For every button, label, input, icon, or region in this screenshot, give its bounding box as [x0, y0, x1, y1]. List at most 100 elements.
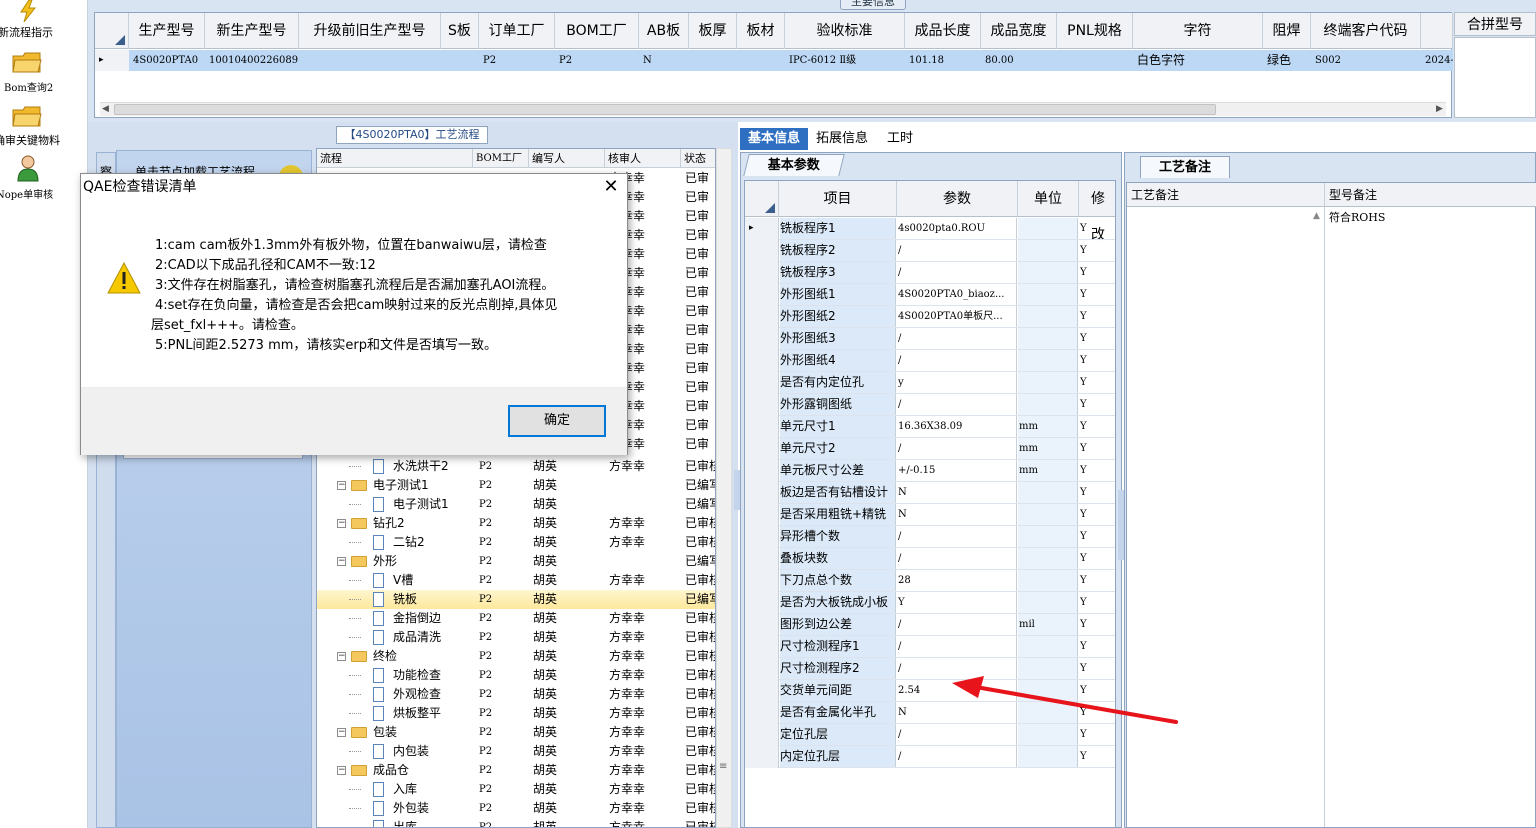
- param-modify[interactable]: Y: [1079, 614, 1115, 635]
- param-unit[interactable]: [1018, 262, 1078, 283]
- param-unit[interactable]: [1018, 372, 1078, 393]
- collapse-toggle-icon[interactable]: −: [337, 519, 346, 528]
- param-value[interactable]: /: [897, 746, 1017, 767]
- param-value[interactable]: /: [897, 262, 1017, 283]
- tree-row[interactable]: 出库 P2 胡英 方幸幸 已审核: [317, 818, 715, 827]
- row-selector[interactable]: [745, 680, 779, 702]
- user-icon[interactable]: [16, 154, 40, 182]
- param-row[interactable]: 是否为大板铣成小板 Y Y: [745, 592, 1115, 614]
- tree-row[interactable]: − 终检 P2 胡英 方幸幸 已审核: [317, 647, 715, 666]
- param-modify[interactable]: Y: [1079, 438, 1115, 459]
- column-header[interactable]: S板: [441, 13, 479, 49]
- row-selector[interactable]: [745, 306, 779, 328]
- scroll-left-icon[interactable]: ◀: [102, 104, 109, 114]
- param-value[interactable]: 28: [897, 570, 1017, 591]
- tree-row[interactable]: 入库 P2 胡英 方幸幸 已审核: [317, 780, 715, 799]
- param-row[interactable]: 是否采用粗铣+精铣 N Y: [745, 504, 1115, 526]
- launcher-item-label[interactable]: Nope单审核: [0, 186, 84, 201]
- param-modify[interactable]: Y: [1079, 482, 1115, 503]
- table-cell[interactable]: [689, 50, 737, 71]
- param-row[interactable]: 铣板程序3/ Y: [745, 262, 1115, 284]
- column-header[interactable]: 板材: [737, 13, 785, 49]
- param-row[interactable]: ▸ 铣板程序1 4s0020pta0.ROU Y: [745, 218, 1115, 240]
- tree-row[interactable]: − 钻孔2 P2 胡英 方幸幸 已审核: [317, 514, 715, 533]
- param-row[interactable]: 图形到边公差 / mil Y: [745, 614, 1115, 636]
- column-header[interactable]: 终端客户代码: [1311, 13, 1421, 49]
- scroll-up-icon[interactable]: ▲: [1313, 211, 1320, 221]
- ok-button[interactable]: 确定: [508, 405, 606, 437]
- row-selector[interactable]: [745, 548, 779, 570]
- row-selector[interactable]: [745, 350, 779, 372]
- column-header[interactable]: 修改: [1079, 181, 1115, 243]
- table-cell[interactable]: 101.18: [905, 50, 981, 71]
- param-value[interactable]: /: [897, 438, 1017, 459]
- param-row[interactable]: 外形图纸1 4S0020PTA0_biaoz... Y: [745, 284, 1115, 306]
- param-unit[interactable]: [1018, 570, 1078, 591]
- column-header[interactable]: PNL规格: [1057, 13, 1133, 49]
- tree-row[interactable]: V槽 P2 胡英 方幸幸 已审核: [317, 571, 715, 590]
- table-cell[interactable]: IPC-6012 Ⅱ级: [785, 50, 905, 71]
- param-unit[interactable]: mm: [1018, 438, 1078, 459]
- param-modify[interactable]: Y: [1079, 262, 1115, 283]
- collapse-toggle-icon[interactable]: −: [337, 481, 346, 490]
- param-row[interactable]: 下刀点总个数 28 Y: [745, 570, 1115, 592]
- row-selector[interactable]: [745, 372, 779, 394]
- column-header[interactable]: 项目: [779, 181, 897, 217]
- row-selector[interactable]: [745, 570, 779, 592]
- column-header[interactable]: BOM工厂: [473, 149, 529, 168]
- param-unit[interactable]: mil: [1018, 614, 1078, 635]
- param-modify[interactable]: Y: [1079, 218, 1115, 239]
- row-selector[interactable]: [745, 504, 779, 526]
- column-header[interactable]: BOM工厂: [555, 13, 639, 49]
- param-modify[interactable]: Y: [1079, 372, 1115, 393]
- close-icon[interactable]: ✕: [597, 176, 625, 200]
- column-header[interactable]: 编写人: [529, 149, 605, 168]
- tab-basic-info[interactable]: 基本信息: [740, 128, 808, 150]
- param-unit[interactable]: [1018, 548, 1078, 569]
- table-cell[interactable]: 80.00: [981, 50, 1057, 71]
- param-modify[interactable]: Y: [1079, 416, 1115, 437]
- param-row[interactable]: 异形槽个数 / Y: [745, 526, 1115, 548]
- row-selector[interactable]: [745, 658, 779, 680]
- param-modify[interactable]: Y: [1079, 636, 1115, 657]
- param-unit[interactable]: [1018, 592, 1078, 613]
- table-cell[interactable]: 2024-0: [1421, 50, 1453, 71]
- param-row[interactable]: 外形图纸2 4S0020PTA0单板尺... Y: [745, 306, 1115, 328]
- row-selector[interactable]: [745, 724, 779, 746]
- param-unit[interactable]: mm: [1018, 416, 1078, 437]
- param-value[interactable]: /: [897, 526, 1017, 547]
- param-modify[interactable]: Y: [1079, 592, 1115, 613]
- column-header[interactable]: 单位: [1018, 181, 1079, 217]
- row-selector[interactable]: [745, 614, 779, 636]
- param-modify[interactable]: Y: [1079, 306, 1115, 327]
- tree-row[interactable]: 铣板 P2 胡英 已编写: [317, 590, 715, 609]
- tree-row[interactable]: 金指倒边 P2 胡英 方幸幸 已审核: [317, 609, 715, 628]
- row-selector[interactable]: [745, 592, 779, 614]
- table-cell[interactable]: N: [639, 50, 689, 71]
- table-cell[interactable]: [299, 50, 441, 71]
- column-header[interactable]: 升级前旧生产型号: [299, 13, 441, 49]
- table-cell[interactable]: [441, 50, 479, 71]
- table-cell[interactable]: 绿色: [1263, 50, 1311, 71]
- tree-row[interactable]: − 包装 P2 胡英 方幸幸 已审核: [317, 723, 715, 742]
- param-row[interactable]: 叠板块数 / Y: [745, 548, 1115, 570]
- param-unit[interactable]: [1018, 350, 1078, 371]
- param-modify[interactable]: Y: [1079, 746, 1115, 767]
- column-header[interactable]: 型号备注: [1325, 183, 1536, 207]
- column-header[interactable]: 字符: [1133, 13, 1263, 49]
- scroll-thumb[interactable]: [114, 104, 1216, 115]
- row-selector[interactable]: [745, 636, 779, 658]
- column-header[interactable]: 状态: [681, 149, 715, 168]
- row-selector[interactable]: [745, 702, 779, 724]
- param-row[interactable]: 外形图纸4/ Y: [745, 350, 1115, 372]
- param-value[interactable]: /: [897, 240, 1017, 261]
- scroll-right-icon[interactable]: ▶: [1436, 104, 1443, 114]
- column-header[interactable]: 板厚: [689, 13, 737, 49]
- param-unit[interactable]: [1018, 636, 1078, 657]
- row-selector[interactable]: [745, 482, 779, 504]
- param-value[interactable]: 4s0020pta0.ROU: [897, 218, 1017, 239]
- table-cell[interactable]: 10010400226089: [205, 50, 299, 71]
- param-value[interactable]: /: [897, 636, 1017, 657]
- param-unit[interactable]: mm: [1018, 460, 1078, 481]
- table-cell[interactable]: 4S0020PTA0: [129, 50, 205, 71]
